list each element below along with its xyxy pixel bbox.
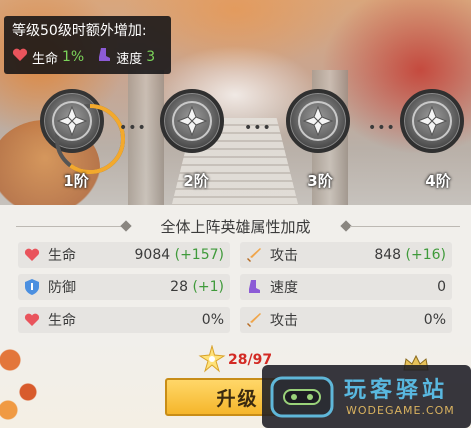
flower-emblem-icon <box>416 105 448 137</box>
stat-label: 生命 <box>48 248 76 264</box>
section-header: 全体上阵英雄属性加成 <box>0 215 471 237</box>
divider-line <box>16 226 126 227</box>
connector-dots: ••• <box>244 120 272 136</box>
sword-icon <box>244 310 264 330</box>
bonus-title: 等级50级时额外增加: <box>12 23 147 39</box>
stat-label: 生命 <box>48 313 76 329</box>
bonus-hp-label: 生命 <box>32 51 59 67</box>
stat-label: 防御 <box>48 280 76 296</box>
star-crystal-icon <box>198 344 226 377</box>
flower-emblem-icon <box>56 105 88 137</box>
boot-icon <box>96 47 112 67</box>
tier-1-label: 1阶 <box>63 172 89 190</box>
tier-2-medallion[interactable] <box>160 89 224 153</box>
autumn-leaves <box>0 330 60 428</box>
shield-icon <box>22 277 42 297</box>
connector-dots: ••• <box>368 120 396 136</box>
stat-row-speed: 速度 0 <box>240 274 452 300</box>
tier-4-medallion[interactable] <box>400 89 464 153</box>
tier-1-medallion[interactable] <box>40 89 125 174</box>
bonus-row: 生命 1% 速度 3 <box>12 47 163 67</box>
watermark-url: WODEGAME.COM <box>346 404 455 417</box>
bonus-speed-value: 3 <box>146 49 156 65</box>
stat-row-defense: 防御 28 (+1) <box>18 274 230 300</box>
stat-value: 0% <box>423 312 446 328</box>
left-pillar <box>128 70 164 212</box>
stat-value: 848 (+16) <box>374 247 446 263</box>
stat-label: 攻击 <box>270 248 298 264</box>
flower-emblem-icon <box>302 105 334 137</box>
bonus-speed-label: 速度 <box>116 51 143 67</box>
heart-icon <box>22 245 42 265</box>
stat-row-attack-percent: 攻击 0% <box>240 307 452 333</box>
tier-2-label: 2阶 <box>183 172 209 190</box>
watermark-brand: 玩客驿站 <box>344 378 449 403</box>
stat-value: 9084 (+157) <box>134 247 224 263</box>
sword-icon <box>244 245 264 265</box>
stat-row-hp: 生命 9084 (+157) <box>18 242 230 268</box>
bonus-hp-value: 1% <box>62 49 85 65</box>
divider-line <box>350 226 460 227</box>
connector-dots: ••• <box>119 120 147 136</box>
gamepad-logo-icon <box>268 372 338 426</box>
tier-3-label: 3阶 <box>307 172 333 190</box>
tier-4-label: 4阶 <box>425 172 451 190</box>
stat-row-attack: 攻击 848 (+16) <box>240 242 452 268</box>
flower-emblem-icon <box>176 105 208 137</box>
level-bonus-tooltip: 等级50级时额外增加: 生命 1% 速度 3 <box>4 16 171 74</box>
tier-3-medallion[interactable] <box>286 89 350 153</box>
stat-label: 攻击 <box>270 313 298 329</box>
stat-value: 0 <box>437 279 446 295</box>
divider-diamond <box>120 220 132 232</box>
heart-icon <box>12 48 28 66</box>
heart-icon <box>22 310 42 330</box>
stat-value: 0% <box>201 312 224 328</box>
stat-value: 28 (+1) <box>170 279 224 295</box>
section-title: 全体上阵英雄属性加成 <box>160 218 311 236</box>
boot-icon <box>244 277 264 297</box>
stat-label: 速度 <box>270 280 298 296</box>
